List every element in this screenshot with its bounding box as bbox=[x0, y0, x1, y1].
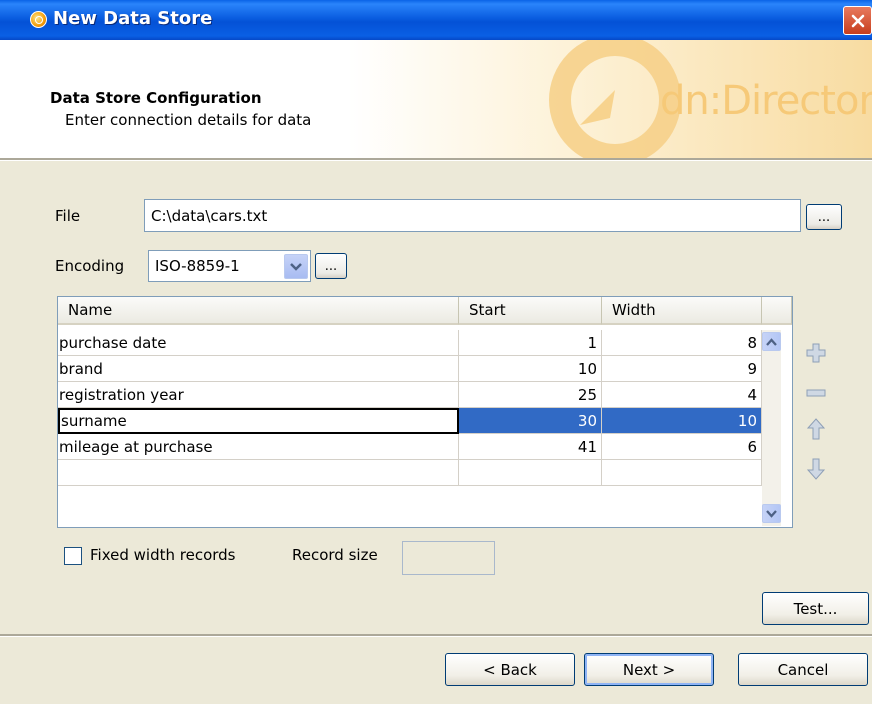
cell-name[interactable]: purchase date bbox=[58, 330, 459, 356]
cell-width[interactable]: 10 bbox=[602, 408, 762, 434]
column-header-name[interactable]: Name bbox=[58, 297, 459, 325]
cancel-button[interactable]: Cancel bbox=[738, 653, 868, 686]
encoding-select[interactable]: ISO-8859-1 bbox=[148, 250, 311, 282]
cell-name[interactable]: brand bbox=[58, 356, 459, 382]
table-row[interactable]: brand 10 9 bbox=[58, 356, 762, 382]
scroll-up-button[interactable] bbox=[762, 332, 781, 351]
cell-width[interactable]: 8 bbox=[602, 330, 762, 356]
footer-divider bbox=[0, 634, 872, 637]
chevron-down-icon bbox=[766, 509, 777, 518]
arrow-up-icon bbox=[807, 418, 825, 440]
cell-width[interactable]: 6 bbox=[602, 434, 762, 460]
cell-name[interactable] bbox=[58, 460, 459, 486]
cell-name[interactable]: mileage at purchase bbox=[58, 434, 459, 460]
record-size-input bbox=[402, 541, 495, 575]
cell-start[interactable]: 10 bbox=[459, 356, 602, 382]
cell-start[interactable] bbox=[459, 460, 602, 486]
app-icon bbox=[30, 11, 47, 28]
move-down-button[interactable] bbox=[805, 458, 827, 480]
close-icon bbox=[851, 14, 864, 27]
test-button[interactable]: Test... bbox=[762, 592, 869, 625]
wizard-header: dn:Director Data Store Configuration Ent… bbox=[0, 40, 872, 158]
fields-table[interactable]: Name Start Width purchase date 1 8 brand… bbox=[57, 296, 793, 528]
cell-width[interactable]: 4 bbox=[602, 382, 762, 408]
chevron-up-icon bbox=[766, 337, 777, 346]
page-subtitle: Enter connection details for data bbox=[65, 111, 312, 129]
table-row[interactable]: mileage at purchase 41 6 bbox=[58, 434, 762, 460]
dropdown-arrow[interactable] bbox=[284, 254, 308, 279]
cell-name[interactable]: surname bbox=[58, 408, 459, 434]
fixed-width-checkbox[interactable] bbox=[64, 547, 82, 565]
minus-icon bbox=[806, 389, 826, 397]
encoding-browse-button[interactable]: ... bbox=[315, 253, 347, 279]
logo-text: dn:Director bbox=[660, 78, 872, 124]
table-row[interactable]: purchase date 1 8 bbox=[58, 330, 762, 356]
table-row[interactable]: registration year 25 4 bbox=[58, 382, 762, 408]
cell-start[interactable]: 41 bbox=[459, 434, 602, 460]
record-size-label: Record size bbox=[292, 546, 378, 564]
fixed-width-label: Fixed width records bbox=[90, 546, 236, 564]
plus-icon bbox=[806, 343, 826, 363]
column-header-width[interactable]: Width bbox=[602, 297, 762, 325]
table-scrollbar[interactable] bbox=[762, 330, 781, 526]
column-header-spacer bbox=[762, 297, 792, 325]
cell-start[interactable]: 25 bbox=[459, 382, 602, 408]
cell-start[interactable]: 1 bbox=[459, 330, 602, 356]
cell-name[interactable]: registration year bbox=[58, 382, 459, 408]
next-button[interactable]: Next > bbox=[584, 653, 714, 686]
encoding-value: ISO-8859-1 bbox=[155, 257, 240, 275]
file-label: File bbox=[55, 207, 81, 225]
page-title: Data Store Configuration bbox=[50, 89, 262, 107]
chevron-down-icon bbox=[290, 262, 302, 271]
window-title: New Data Store bbox=[53, 8, 213, 29]
table-row-selected[interactable]: surname 30 10 bbox=[58, 408, 762, 434]
file-path-input[interactable]: C:\data\cars.txt bbox=[144, 199, 801, 232]
header-divider bbox=[0, 158, 872, 161]
remove-row-button[interactable] bbox=[805, 382, 827, 404]
scroll-down-button[interactable] bbox=[762, 504, 781, 523]
arrow-down-icon bbox=[807, 458, 825, 480]
close-button[interactable] bbox=[843, 6, 872, 35]
cell-width[interactable]: 9 bbox=[602, 356, 762, 382]
cell-start[interactable]: 30 bbox=[459, 408, 602, 434]
back-button[interactable]: < Back bbox=[445, 653, 575, 686]
cell-width[interactable] bbox=[602, 460, 762, 486]
move-up-button[interactable] bbox=[805, 418, 827, 440]
add-row-button[interactable] bbox=[805, 342, 827, 364]
table-row[interactable] bbox=[58, 460, 762, 486]
column-header-start[interactable]: Start bbox=[459, 297, 602, 325]
file-browse-button[interactable]: ... bbox=[806, 204, 842, 230]
encoding-label: Encoding bbox=[55, 257, 125, 275]
